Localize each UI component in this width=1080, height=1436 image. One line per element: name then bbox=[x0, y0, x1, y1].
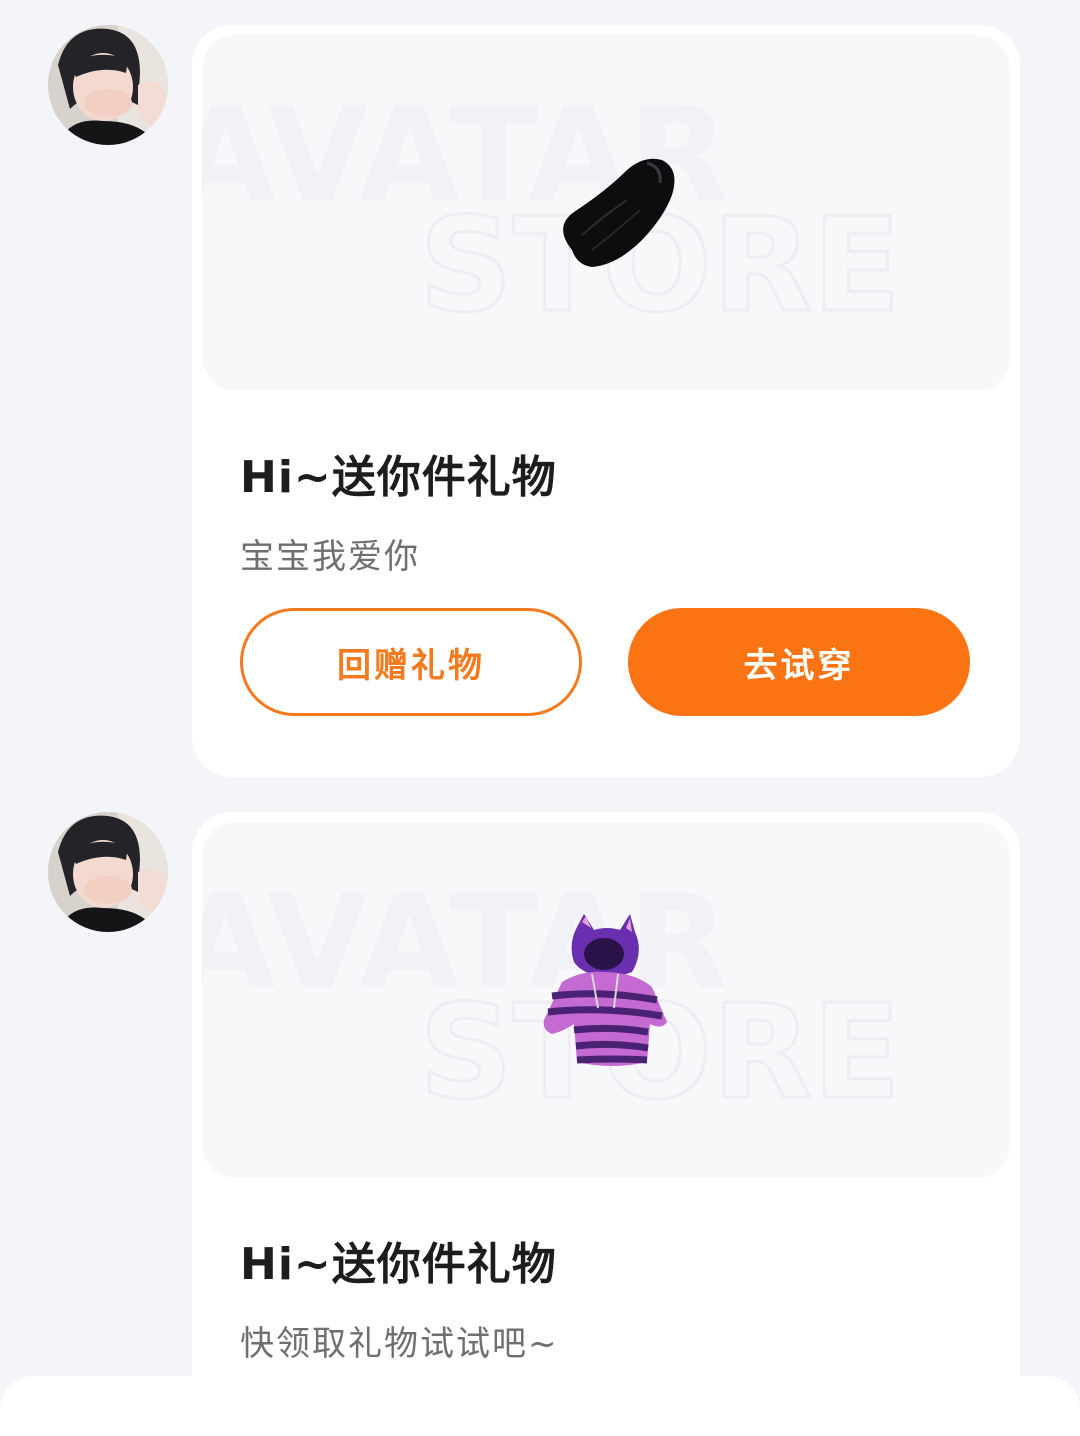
gift-preview[interactable]: AVATAR STORE bbox=[202, 822, 1010, 1178]
black-fur-tail-image bbox=[563, 158, 675, 267]
gift-preview[interactable]: AVATAR STORE bbox=[202, 35, 1010, 391]
gift-card: AVATAR STORE Hi~送你件礼物 宝宝我爱你 回赠礼物 去试穿 bbox=[192, 25, 1020, 777]
sender-avatar[interactable] bbox=[48, 25, 168, 145]
gift-title: Hi~送你件礼物 bbox=[240, 1239, 557, 1290]
bottom-panel bbox=[0, 1376, 1080, 1436]
purple-hoodie-image bbox=[543, 914, 667, 1066]
sender-avatar[interactable] bbox=[48, 812, 168, 932]
gift-title: Hi~送你件礼物 bbox=[240, 452, 557, 503]
return-gift-button[interactable]: 回赠礼物 bbox=[240, 608, 582, 716]
gift-card: AVATAR STORE Hi~送你件礼物 快领取礼物试试吧~ bbox=[192, 812, 1020, 1432]
try-on-button[interactable]: 去试穿 bbox=[628, 608, 970, 716]
gift-message: 宝宝我爱你 bbox=[240, 537, 420, 577]
gift-message: 快领取礼物试试吧~ bbox=[240, 1324, 559, 1364]
